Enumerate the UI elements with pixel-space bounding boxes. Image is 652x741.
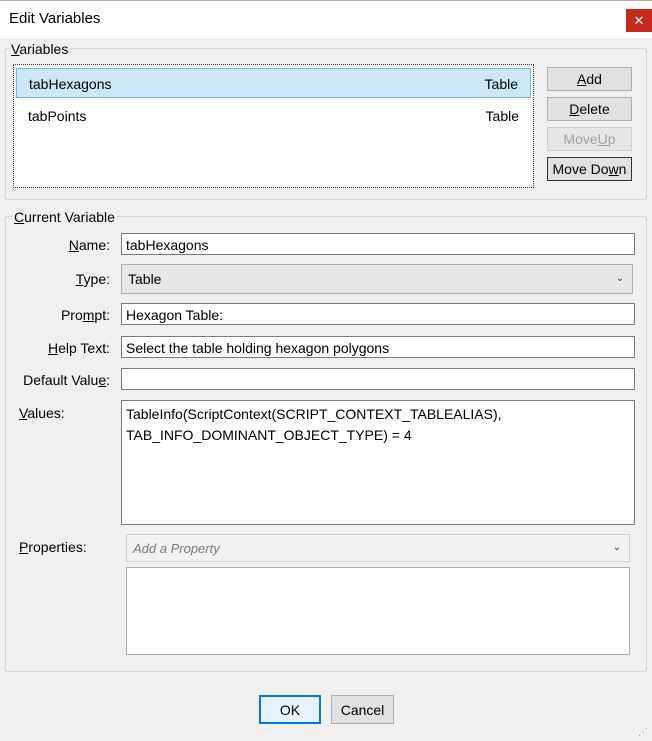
default-value-input[interactable] [121, 368, 635, 390]
help-text-input[interactable]: Select the table holding hexagon polygon… [121, 336, 635, 358]
delete-button[interactable]: Delete [547, 97, 632, 121]
type-select-value: Table [128, 271, 162, 287]
prompt-label: Prompt: [60, 307, 110, 323]
variable-type: Table [485, 108, 519, 124]
move-down-button[interactable]: Move Do w n [547, 157, 632, 181]
properties-list[interactable] [126, 567, 630, 655]
list-item[interactable]: tabHexagons Table [16, 68, 531, 98]
add-property-placeholder: Add a Property [133, 540, 220, 556]
values-textarea[interactable]: TableInfo(ScriptContext(SCRIPT_CONTEXT_T… [121, 400, 635, 525]
values-label: Values: [19, 405, 65, 421]
cancel-button[interactable]: Cancel [331, 695, 394, 724]
add-button[interactable]: Add [547, 67, 632, 91]
variables-group-label: Variables [9, 41, 71, 57]
variables-list[interactable]: tabHexagons Table tabPoints Table [13, 64, 534, 188]
current-variable-group-label: Current Variable [12, 209, 117, 225]
name-input[interactable]: tabHexagons [121, 233, 635, 255]
chevron-down-icon: ⌄ [615, 272, 624, 284]
properties-label: Properties: [19, 539, 87, 555]
close-button[interactable]: ✕ [626, 9, 652, 32]
list-item[interactable]: tabPoints Table [16, 101, 531, 131]
resize-grip-icon[interactable]: ⋰ [638, 727, 648, 738]
window-title: Edit Variables [9, 10, 101, 27]
name-label: Name: [68, 237, 110, 253]
prompt-input[interactable]: Hexagon Table: [121, 303, 635, 325]
default-value-label: Default Value: [23, 372, 110, 388]
move-up-button[interactable]: Move Up [547, 127, 632, 151]
variable-name: tabPoints [28, 108, 87, 124]
variable-type: Table [484, 76, 518, 92]
type-select[interactable]: Table ⌄ [121, 264, 633, 294]
add-property-select[interactable]: Add a Property ⌄ [126, 534, 630, 562]
chevron-down-icon: ⌄ [612, 541, 621, 553]
help-text-label: Help Text: [47, 340, 110, 356]
type-label: Type: [75, 271, 110, 287]
ok-button[interactable]: OK [259, 695, 321, 724]
variable-name: tabHexagons [29, 76, 112, 92]
close-icon: ✕ [633, 12, 645, 28]
